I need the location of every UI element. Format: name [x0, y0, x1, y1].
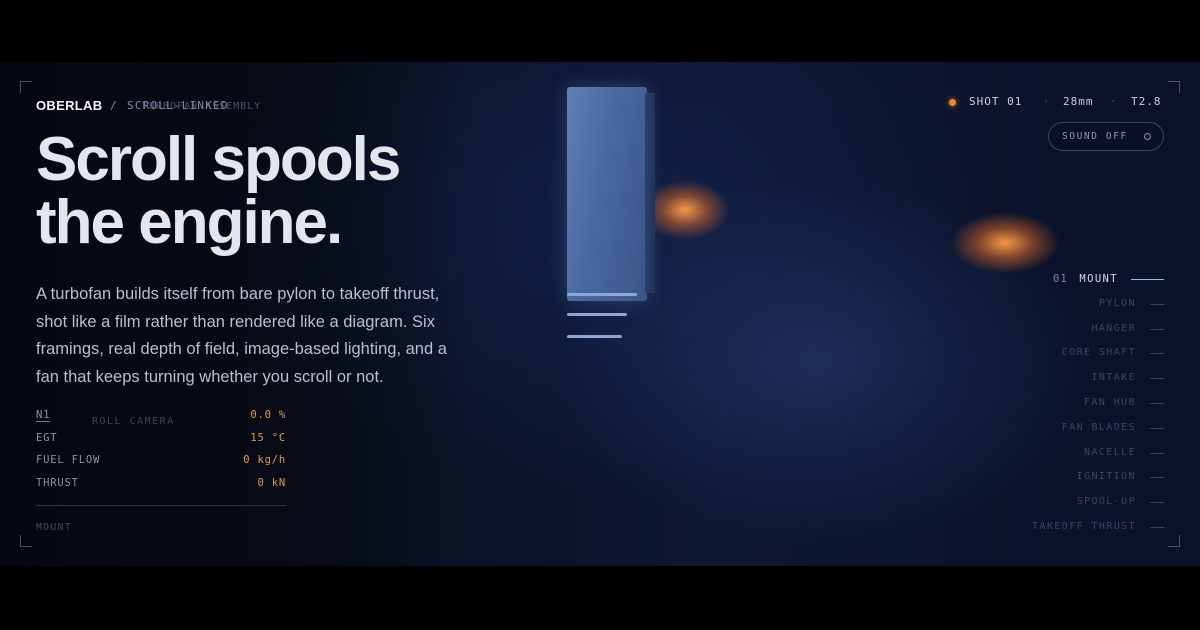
- chapter-tick: [1150, 378, 1164, 380]
- chapter-item-nacelle[interactable]: NACELLE: [1000, 444, 1164, 469]
- breadcrumb-mode: SCROLL-LINKED: [127, 99, 229, 112]
- chapter-tick: [1150, 353, 1164, 355]
- chapter-item-takeoff-thrust[interactable]: TAKEOFF THRUST: [1000, 518, 1164, 543]
- chapter-tick: [1150, 303, 1164, 305]
- chapter-tick: [1150, 477, 1164, 479]
- chapter-label: SPOOL-UP: [1076, 496, 1136, 508]
- telemetry-label: N1: [36, 409, 51, 422]
- chapter-item-fan-blades[interactable]: FAN BLADES: [1000, 419, 1164, 444]
- telemetry-row: N1 0.0 %: [36, 408, 286, 431]
- chapter-label: INTAKE: [1091, 372, 1136, 384]
- lens-aperture: T2.8: [1131, 95, 1162, 108]
- telemetry-row: THRUST 0 kN: [36, 476, 286, 499]
- telemetry-value: 0 kN: [257, 476, 286, 489]
- frame-corner-bottom-left: [20, 535, 32, 547]
- intro-paragraph: A turbofan builds itself from bare pylon…: [36, 285, 447, 386]
- chapter-label: HANGER: [1091, 322, 1136, 334]
- chapter-tick: [1150, 502, 1164, 504]
- chapter-tick: [1150, 328, 1164, 330]
- chapter-label: IGNITION: [1076, 471, 1136, 483]
- telemetry-value: 0.0 %: [250, 409, 286, 421]
- shot-separator: ·: [1043, 95, 1050, 108]
- pylon-rib: [567, 335, 622, 338]
- telemetry-label: FUEL FLOW: [36, 454, 101, 466]
- warm-light-right: [950, 212, 1060, 274]
- frame-corner-top-left: [20, 81, 32, 93]
- circle-icon: [1144, 133, 1151, 140]
- chapter-label: PYLON: [1098, 297, 1136, 309]
- telemetry-value: 15 °C: [250, 431, 286, 444]
- page-title: Scroll spools the engine.: [36, 128, 476, 254]
- breadcrumb-separator: /: [110, 99, 117, 112]
- shot-separator: ·: [1110, 95, 1117, 108]
- pylon-rib: [567, 293, 637, 296]
- chapter-label: CORE SHAFT: [1061, 347, 1136, 359]
- chapter-tick: [1150, 526, 1164, 528]
- lens-focal-length: 28mm: [1063, 95, 1094, 108]
- chapter-tick: [1150, 427, 1164, 429]
- telemetry-divider: [36, 505, 286, 506]
- telemetry-row: EGT 15 °C: [36, 431, 286, 454]
- frame-corner-bottom-right: [1168, 535, 1180, 547]
- chapter-nav: 01 MOUNT PYLON HANGER CORE SHAFT INTAKE …: [1000, 270, 1164, 543]
- chapter-item-core-shaft[interactable]: CORE SHAFT: [1000, 344, 1164, 369]
- chapter-label: TAKEOFF THRUST: [1032, 520, 1136, 532]
- frame-corner-top-right: [1168, 81, 1180, 93]
- telemetry-label: THRUST: [36, 476, 79, 489]
- chapter-item-ignition[interactable]: IGNITION: [1000, 468, 1164, 493]
- sound-toggle-button[interactable]: SOUND OFF: [1048, 122, 1164, 151]
- telemetry-readout: N1 0.0 % EGT 15 °C FUEL FLOW 0 kg/h THRU…: [36, 408, 286, 498]
- chapter-label: FAN BLADES: [1061, 421, 1136, 433]
- pylon-rib: [567, 313, 627, 316]
- chapter-tick: [1150, 402, 1164, 404]
- telemetry-label: EGT: [36, 431, 58, 444]
- chapter-item-mount[interactable]: 01 MOUNT: [1000, 270, 1164, 295]
- page-title-line-1: Scroll spools: [36, 125, 401, 194]
- chapter-label: FAN HUB: [1084, 396, 1136, 408]
- pylon-face: [567, 87, 647, 301]
- sound-toggle-label: SOUND OFF: [1062, 131, 1128, 142]
- chapter-item-spool-up[interactable]: SPOOL-UP: [1000, 493, 1164, 518]
- chapter-item-fan-hub[interactable]: FAN HUB: [1000, 394, 1164, 419]
- telemetry-row: FUEL FLOW 0 kg/h: [36, 453, 286, 476]
- chapter-tick: [1131, 279, 1164, 280]
- shot-number: SHOT 01: [969, 95, 1023, 108]
- chapter-label: MOUNT: [1079, 273, 1118, 285]
- chapter-item-hanger[interactable]: HANGER: [1000, 320, 1164, 345]
- chapter-label: NACELLE: [1084, 446, 1136, 458]
- current-stage-label: MOUNT: [36, 522, 73, 533]
- chapter-tick: [1150, 452, 1164, 454]
- chapter-item-pylon[interactable]: PYLON: [1000, 295, 1164, 320]
- chapter-number: 01: [1053, 273, 1068, 285]
- pylon-side: [645, 93, 655, 293]
- engine-pylon-render: [563, 83, 658, 338]
- telemetry-value: 0 kg/h: [243, 454, 286, 466]
- brand-logo[interactable]: OBERLAB: [36, 98, 102, 113]
- chapter-item-intake[interactable]: INTAKE: [1000, 369, 1164, 394]
- recording-indicator-icon: [949, 99, 956, 106]
- page-title-line-2: the engine.: [36, 188, 343, 257]
